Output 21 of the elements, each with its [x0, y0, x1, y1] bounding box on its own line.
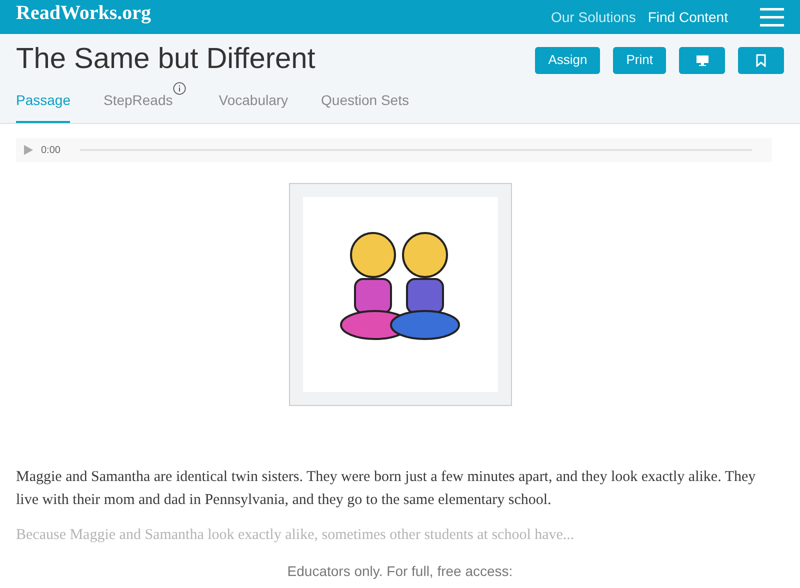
play-icon[interactable]	[24, 145, 33, 155]
tab[interactable]: Question Sets	[321, 90, 409, 123]
monitor-button[interactable]	[679, 46, 725, 74]
nav-link[interactable]: Find Content	[648, 6, 728, 28]
info-icon[interactable]	[172, 82, 186, 95]
nav-link[interactable]: Our Solutions	[551, 6, 636, 28]
monitor-icon	[696, 54, 708, 66]
bookmark-button[interactable]	[738, 46, 784, 74]
access-note: Educators only. For full, free access:	[286, 562, 514, 581]
passage-title: The Same but Different	[16, 42, 316, 78]
tab[interactable]: Vocabulary	[218, 90, 288, 123]
passage-paragraph: Because Maggie and Samantha look exactly alike, sometimes other students at school have...	[16, 526, 576, 545]
bookmark-icon	[756, 54, 766, 66]
tab[interactable]: Passage	[16, 90, 70, 123]
passage-paragraph: Maggie and Samantha are identical twin sisters. They were born just a few minutes apart, and they look exactly alike. They live with their mom and dad in Pennsylvania, and they go to the same elementary school.	[16, 468, 756, 510]
menu-icon[interactable]	[760, 7, 784, 27]
action-button[interactable]: Print	[613, 46, 666, 74]
audio-time: 0:00	[41, 144, 60, 158]
action-button[interactable]: Assign	[535, 46, 600, 74]
tab[interactable]: StepReads	[103, 90, 173, 123]
logo[interactable]: ReadWorks.org	[16, 0, 151, 28]
